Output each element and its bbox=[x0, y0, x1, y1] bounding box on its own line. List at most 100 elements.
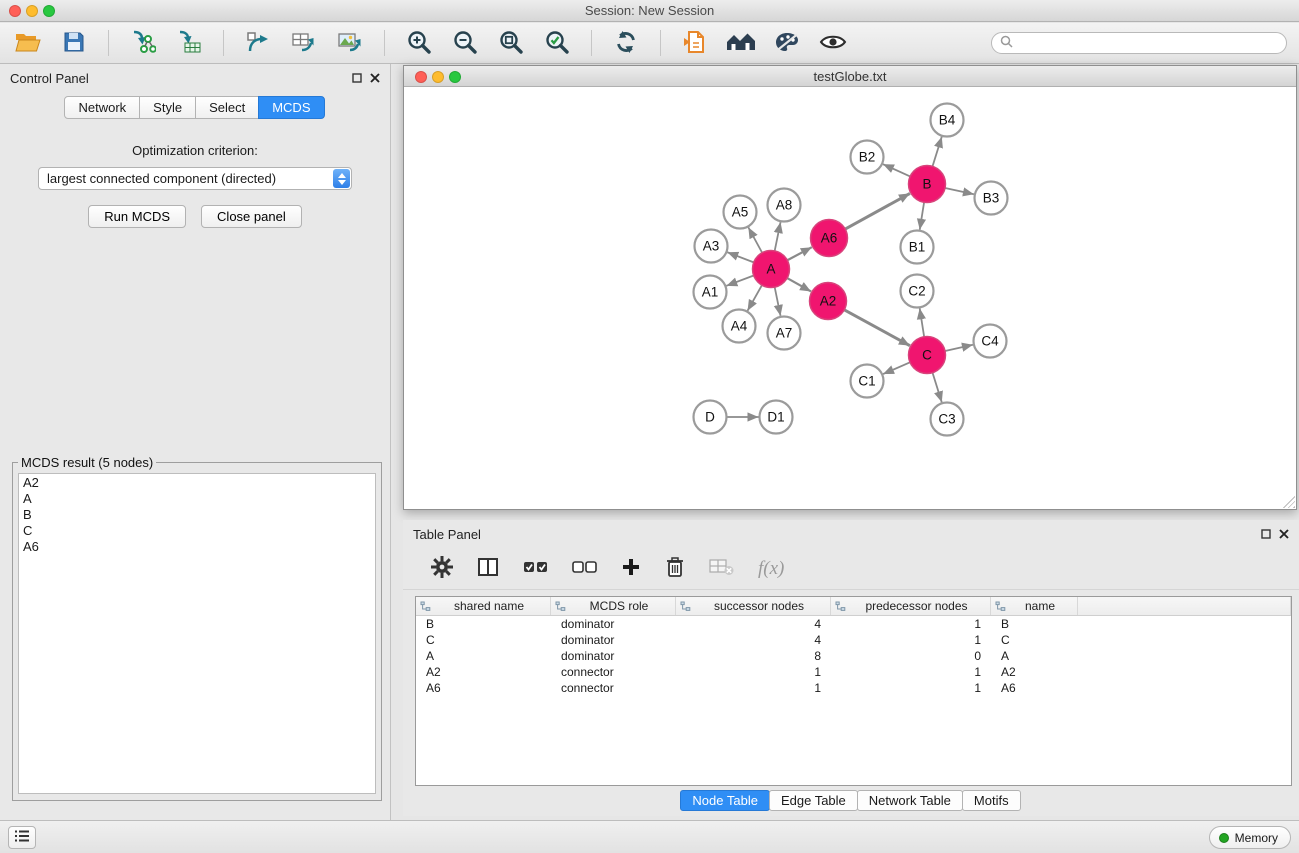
close-panel-icon[interactable] bbox=[1279, 527, 1289, 542]
open-session-button[interactable] bbox=[12, 28, 44, 58]
column-header-name[interactable]: name bbox=[991, 597, 1078, 615]
node-A8[interactable]: A8 bbox=[768, 189, 801, 222]
home-views-button[interactable] bbox=[725, 28, 757, 58]
edge-A-A1[interactable] bbox=[726, 276, 753, 286]
tab-select[interactable]: Select bbox=[195, 96, 259, 119]
search-input[interactable] bbox=[1018, 36, 1278, 50]
close-window-button[interactable] bbox=[9, 5, 21, 17]
close-network-window-button[interactable] bbox=[415, 71, 427, 83]
show-hide-button[interactable] bbox=[817, 28, 849, 58]
edge-B-B1[interactable] bbox=[920, 202, 924, 229]
mcds-result-item[interactable]: A6 bbox=[23, 539, 371, 555]
node-C1[interactable]: C1 bbox=[851, 365, 884, 398]
edge-A-A8[interactable] bbox=[775, 222, 781, 251]
export-image-button[interactable] bbox=[334, 28, 366, 58]
tab-style[interactable]: Style bbox=[139, 96, 196, 119]
tab-network-table[interactable]: Network Table bbox=[857, 790, 963, 811]
tab-node-table[interactable]: Node Table bbox=[680, 790, 770, 811]
column-header-successor-nodes[interactable]: successor nodes bbox=[676, 597, 831, 615]
table-row[interactable]: Bdominator41B bbox=[416, 616, 1291, 632]
add-column-button[interactable] bbox=[621, 557, 641, 580]
import-network-button[interactable] bbox=[127, 28, 159, 58]
show-columns-button[interactable] bbox=[477, 557, 499, 580]
edge-B-B2[interactable] bbox=[883, 164, 910, 176]
node-B3[interactable]: B3 bbox=[975, 182, 1008, 215]
tab-edge-table[interactable]: Edge Table bbox=[769, 790, 858, 811]
optimization-criterion-select[interactable]: largest connected component (directed) bbox=[38, 167, 352, 190]
function-builder-button[interactable]: f(x) bbox=[758, 558, 784, 580]
column-header-MCDS-role[interactable]: MCDS role bbox=[551, 597, 676, 615]
node-A2[interactable]: A2 bbox=[810, 283, 847, 320]
edge-C-C1[interactable] bbox=[883, 362, 910, 374]
node-D[interactable]: D bbox=[694, 401, 727, 434]
edge-B-B4[interactable] bbox=[933, 137, 942, 167]
graphics-details-button[interactable] bbox=[771, 28, 803, 58]
mcds-result-item[interactable]: A bbox=[23, 491, 371, 507]
edge-A-A2[interactable] bbox=[787, 278, 811, 291]
tab-network[interactable]: Network bbox=[64, 96, 140, 119]
import-document-button[interactable] bbox=[679, 28, 711, 58]
network-canvas[interactable]: B4B2BB3A5A8A6B1A3AA1C2A2A4A7C4CC1C3DD1 bbox=[404, 87, 1296, 509]
save-session-button[interactable] bbox=[58, 28, 90, 58]
unselect-all-columns-button[interactable] bbox=[572, 559, 597, 578]
edge-C-C2[interactable] bbox=[920, 308, 924, 336]
refresh-view-button[interactable] bbox=[610, 28, 642, 58]
run-mcds-button[interactable]: Run MCDS bbox=[88, 205, 186, 228]
node-A3[interactable]: A3 bbox=[695, 230, 728, 263]
table-row[interactable]: Adominator80A bbox=[416, 648, 1291, 664]
zoom-network-window-button[interactable] bbox=[449, 71, 461, 83]
column-header-shared-name[interactable]: shared name bbox=[416, 597, 551, 615]
import-table-button[interactable] bbox=[173, 28, 205, 58]
edge-C-C3[interactable] bbox=[933, 373, 942, 403]
node-B[interactable]: B bbox=[909, 166, 946, 203]
node-C3[interactable]: C3 bbox=[931, 403, 964, 436]
node-B1[interactable]: B1 bbox=[901, 231, 934, 264]
search-box[interactable] bbox=[991, 32, 1287, 54]
tab-mcds[interactable]: MCDS bbox=[258, 96, 324, 119]
memory-button[interactable]: Memory bbox=[1209, 826, 1291, 849]
float-panel-icon[interactable] bbox=[1261, 527, 1271, 542]
table-row[interactable]: Cdominator41C bbox=[416, 632, 1291, 648]
table-row[interactable]: A2connector11A2 bbox=[416, 664, 1291, 680]
edge-A-A6[interactable] bbox=[787, 247, 811, 260]
float-panel-icon[interactable] bbox=[352, 71, 362, 86]
close-panel-icon[interactable] bbox=[370, 71, 380, 86]
node-C2[interactable]: C2 bbox=[901, 275, 934, 308]
mcds-result-item[interactable]: A2 bbox=[23, 475, 371, 491]
table-row[interactable]: A6connector11A6 bbox=[416, 680, 1291, 696]
minimize-window-button[interactable] bbox=[26, 5, 38, 17]
zoom-selected-button[interactable] bbox=[541, 28, 573, 58]
delete-column-button[interactable] bbox=[665, 556, 685, 581]
column-header-predecessor-nodes[interactable]: predecessor nodes bbox=[831, 597, 991, 615]
node-B4[interactable]: B4 bbox=[931, 104, 964, 137]
edge-A-A4[interactable] bbox=[748, 285, 762, 311]
edge-A6-B[interactable] bbox=[845, 193, 910, 229]
node-A4[interactable]: A4 bbox=[723, 310, 756, 343]
edge-A-A3[interactable] bbox=[727, 252, 753, 262]
fullscreen-window-button[interactable] bbox=[43, 5, 55, 17]
task-history-button[interactable] bbox=[8, 826, 36, 849]
edge-A2-C[interactable] bbox=[844, 310, 910, 346]
select-all-columns-button[interactable] bbox=[523, 559, 548, 578]
zoom-in-button[interactable] bbox=[403, 28, 435, 58]
edge-A-A5[interactable] bbox=[748, 227, 762, 252]
node-A5[interactable]: A5 bbox=[724, 196, 757, 229]
tab-motifs[interactable]: Motifs bbox=[962, 790, 1021, 811]
export-table-button[interactable] bbox=[288, 28, 320, 58]
delete-table-button[interactable] bbox=[709, 558, 734, 579]
node-A1[interactable]: A1 bbox=[694, 276, 727, 309]
close-panel-button[interactable]: Close panel bbox=[201, 205, 302, 228]
zoom-fit-button[interactable] bbox=[495, 28, 527, 58]
mcds-result-list[interactable]: A2ABCA6 bbox=[18, 473, 376, 794]
node-A7[interactable]: A7 bbox=[768, 317, 801, 350]
node-B2[interactable]: B2 bbox=[851, 141, 884, 174]
node-C4[interactable]: C4 bbox=[974, 325, 1007, 358]
edge-B-B3[interactable] bbox=[945, 188, 974, 194]
edge-C-C4[interactable] bbox=[945, 345, 973, 351]
node-A[interactable]: A bbox=[753, 251, 790, 288]
table-settings-button[interactable] bbox=[431, 556, 453, 581]
node-C[interactable]: C bbox=[909, 337, 946, 374]
mcds-result-item[interactable]: C bbox=[23, 523, 371, 539]
mcds-result-item[interactable]: B bbox=[23, 507, 371, 523]
node-D1[interactable]: D1 bbox=[760, 401, 793, 434]
